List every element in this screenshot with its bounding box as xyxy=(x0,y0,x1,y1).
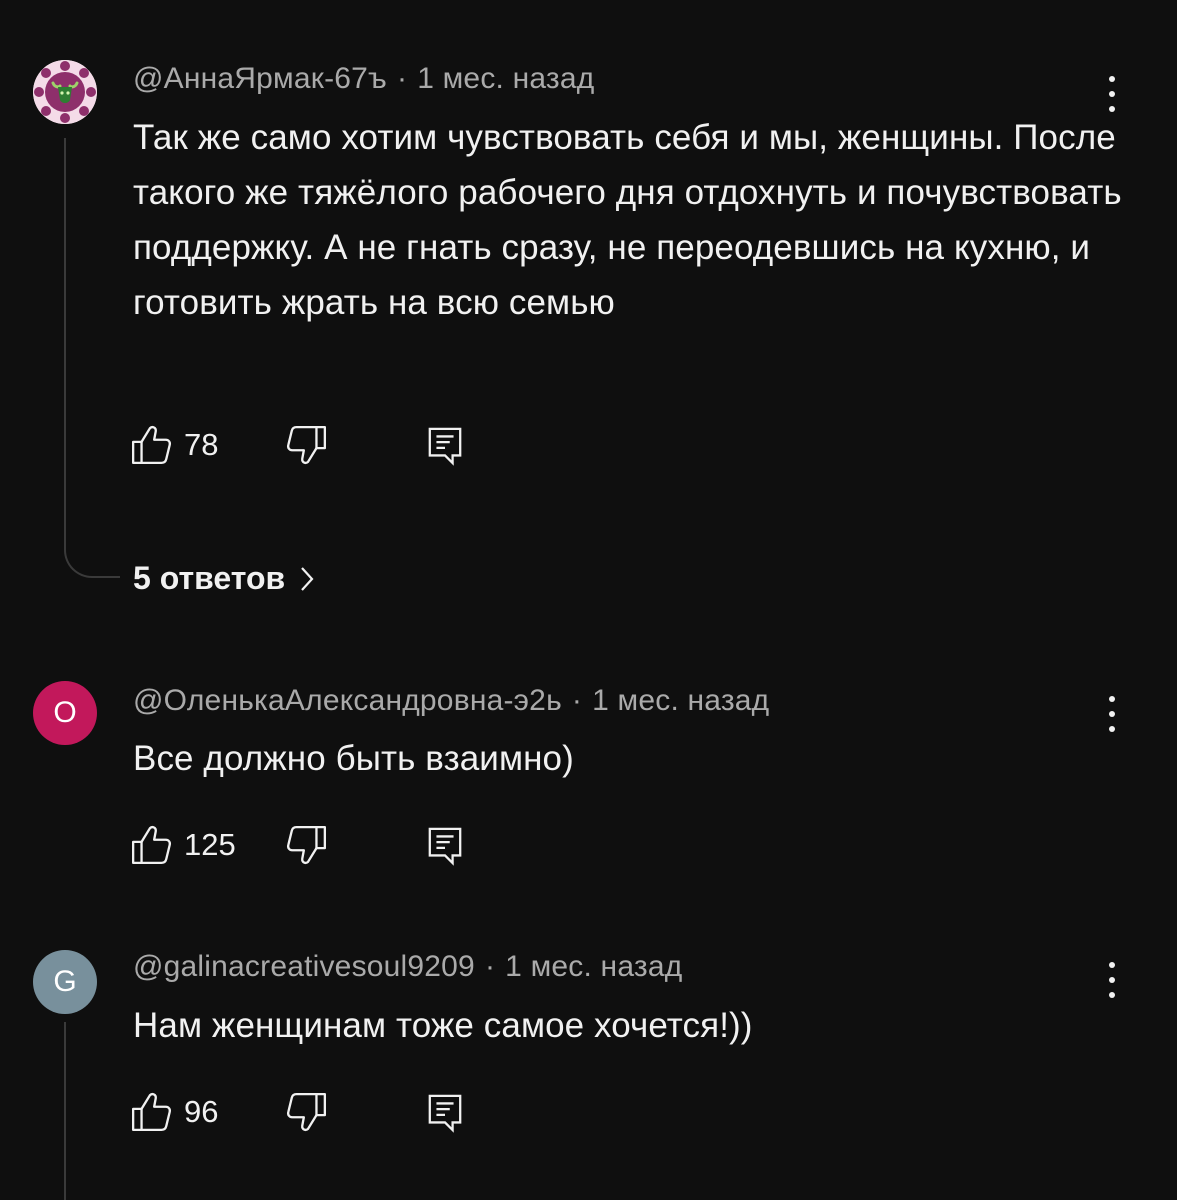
more-vertical-icon xyxy=(1109,76,1115,82)
timestamp[interactable]: 1 мес. назад xyxy=(592,684,769,717)
thread-line xyxy=(64,138,66,538)
replies-label: 5 ответов xyxy=(133,560,286,596)
comment-text: Так же само хотим чувствовать себя и мы,… xyxy=(133,118,1122,322)
thumbs-up-icon xyxy=(130,824,172,866)
more-vertical-icon xyxy=(1109,696,1115,702)
timestamp[interactable]: 1 мес. назад xyxy=(505,950,682,983)
view-replies-button[interactable]: 5 ответов xyxy=(133,560,315,597)
meta-separator: · xyxy=(396,62,408,95)
like-count: 78 xyxy=(184,427,219,462)
avatar[interactable]: О xyxy=(33,681,97,745)
comment-actions: 96 xyxy=(130,1091,530,1141)
reply-button[interactable] xyxy=(426,424,464,466)
timestamp[interactable]: 1 мес. назад xyxy=(417,62,594,95)
comment-meta: @galinacreativesoul9209 · 1 мес. назад xyxy=(133,950,682,984)
dislike-button[interactable] xyxy=(286,1091,328,1133)
reply-button[interactable] xyxy=(426,1091,464,1133)
thumbs-down-icon xyxy=(286,824,328,866)
thumbs-down-icon xyxy=(286,1091,328,1133)
thread-line xyxy=(64,1022,66,1200)
avatar-letter: G xyxy=(53,965,77,998)
comment-meta: @АннаЯрмак-67ъ · 1 мес. назад xyxy=(133,62,594,96)
reply-button[interactable] xyxy=(426,824,464,866)
comment-actions: 125 xyxy=(130,824,530,874)
more-options-button[interactable] xyxy=(1096,958,1128,1002)
meta-separator: · xyxy=(484,950,496,983)
reply-comment-icon xyxy=(426,424,464,466)
meta-separator: · xyxy=(571,684,583,717)
author-handle[interactable]: @galinacreativesoul9209 xyxy=(133,950,475,983)
like-button[interactable]: 78 xyxy=(130,424,218,466)
thread-connector xyxy=(64,538,120,578)
avatar-bull-emblem-icon xyxy=(33,60,97,124)
like-count: 96 xyxy=(184,1094,219,1129)
chevron-right-icon xyxy=(301,566,314,591)
more-options-button[interactable] xyxy=(1096,692,1128,736)
avatar[interactable] xyxy=(33,60,97,124)
reply-comment-icon xyxy=(426,1091,464,1133)
thumbs-up-icon xyxy=(130,1091,172,1133)
thumbs-up-icon xyxy=(130,424,172,466)
reply-comment-icon xyxy=(426,824,464,866)
author-handle[interactable]: @АннаЯрмак-67ъ xyxy=(133,62,387,95)
thumbs-down-icon xyxy=(286,424,328,466)
avatar-letter: О xyxy=(53,696,77,729)
comment-text: Все должно быть взаимно) xyxy=(133,739,574,778)
dislike-button[interactable] xyxy=(286,824,328,866)
comment-actions: 78 xyxy=(130,424,530,474)
author-handle[interactable]: @ОленькаАлександровна-э2ь xyxy=(133,684,562,717)
like-button[interactable]: 96 xyxy=(130,1091,218,1133)
comment-text: Нам женщинам тоже самое хочется!)) xyxy=(133,1006,753,1045)
like-count: 125 xyxy=(184,827,236,862)
more-vertical-icon xyxy=(1109,962,1115,968)
comment-thread-1: @АннаЯрмак-67ъ · 1 мес. назад Так же само … xyxy=(0,0,1177,640)
avatar[interactable]: G xyxy=(33,950,97,1014)
comment-meta: @ОленькаАлександровна-э2ь · 1 мес. назад xyxy=(133,684,769,718)
dislike-button[interactable] xyxy=(286,424,328,466)
like-button[interactable]: 125 xyxy=(130,824,236,866)
